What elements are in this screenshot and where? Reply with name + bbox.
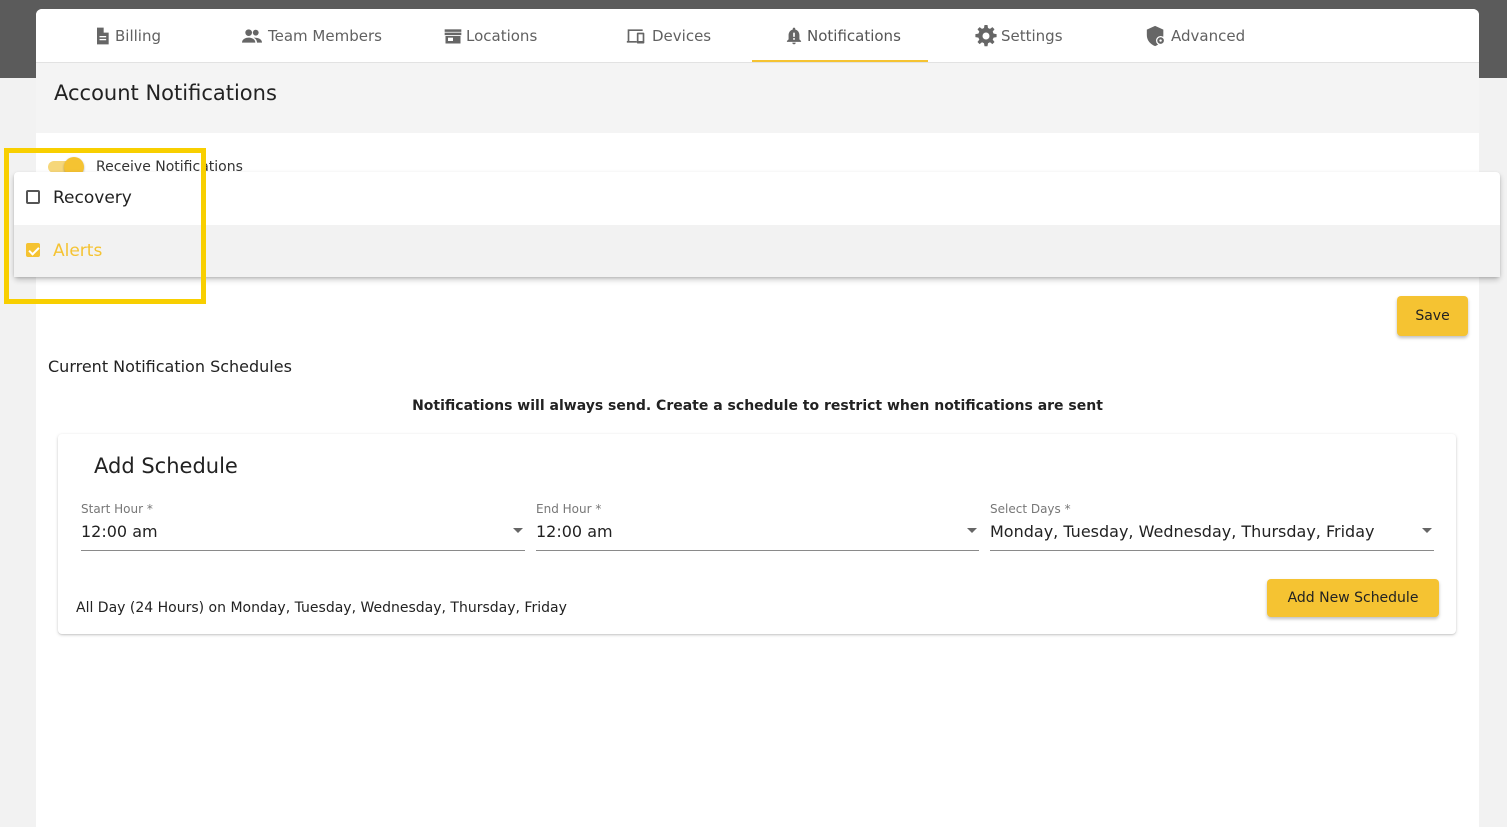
current-schedules-title: Current Notification Schedules	[48, 357, 292, 376]
start-hour-value: 12:00 am	[81, 522, 158, 541]
chevron-down-icon	[513, 528, 523, 533]
schedules-notice: Notifications will always send. Create a…	[412, 398, 1103, 414]
document-icon	[97, 27, 109, 44]
schedule-summary: All Day (24 Hours) on Monday, Tuesday, W…	[76, 600, 567, 616]
shield-icon	[1146, 25, 1166, 46]
tab-devices[interactable]: Devices	[623, 9, 711, 62]
active-tab-indicator	[752, 60, 928, 62]
page-title: Account Notifications	[54, 81, 277, 105]
tab-settings[interactable]: Settings	[974, 9, 1063, 62]
select-days-select[interactable]: Select Days * Monday, Tuesday, Wednesday…	[990, 502, 1434, 551]
end-hour-label: End Hour *	[536, 502, 602, 516]
chevron-down-icon	[967, 528, 977, 533]
tab-label: Billing	[115, 26, 161, 45]
menu-item-label: Alerts	[53, 241, 103, 261]
store-icon	[444, 28, 462, 43]
tab-billing[interactable]: Billing	[92, 9, 161, 62]
people-icon	[242, 28, 262, 43]
tab-label: Team Members	[268, 26, 382, 45]
menu-item-recovery[interactable]: Recovery	[14, 172, 1500, 224]
tab-advanced[interactable]: Advanced	[1144, 9, 1245, 62]
end-hour-value: 12:00 am	[536, 522, 613, 541]
start-hour-label: Start Hour *	[81, 502, 153, 516]
tab-label: Notifications	[807, 26, 901, 45]
settings-panel: Billing Team Members Locations Devices N…	[36, 9, 1479, 827]
tab-bar: Billing Team Members Locations Devices N…	[36, 9, 1479, 63]
devices-icon	[626, 28, 645, 43]
tab-label: Locations	[466, 26, 538, 45]
checkbox-unchecked-icon	[26, 190, 40, 204]
tab-label: Settings	[1001, 26, 1063, 45]
menu-item-alerts[interactable]: Alerts	[14, 225, 1500, 277]
tab-team-members[interactable]: Team Members	[239, 9, 382, 62]
bell-icon	[786, 27, 802, 44]
chevron-down-icon	[1422, 528, 1432, 533]
add-new-schedule-button[interactable]: Add New Schedule	[1267, 579, 1439, 617]
gear-icon	[975, 24, 997, 46]
start-hour-select[interactable]: Start Hour * 12:00 am	[81, 502, 525, 551]
tab-notifications[interactable]: Notifications	[784, 9, 901, 62]
notification-type-menu: Recovery Alerts	[14, 172, 1500, 277]
select-days-value: Monday, Tuesday, Wednesday, Thursday, Fr…	[990, 522, 1375, 541]
select-days-label: Select Days *	[990, 502, 1071, 516]
tab-locations[interactable]: Locations	[443, 9, 537, 62]
add-schedule-title: Add Schedule	[94, 454, 238, 478]
tab-label: Advanced	[1171, 26, 1246, 45]
add-schedule-card: Add Schedule Start Hour * 12:00 am End H…	[58, 434, 1456, 634]
save-button[interactable]: Save	[1397, 296, 1468, 336]
menu-item-label: Recovery	[53, 188, 132, 208]
end-hour-select[interactable]: End Hour * 12:00 am	[536, 502, 979, 551]
checkbox-checked-icon	[26, 243, 40, 257]
tab-label: Devices	[652, 26, 712, 45]
